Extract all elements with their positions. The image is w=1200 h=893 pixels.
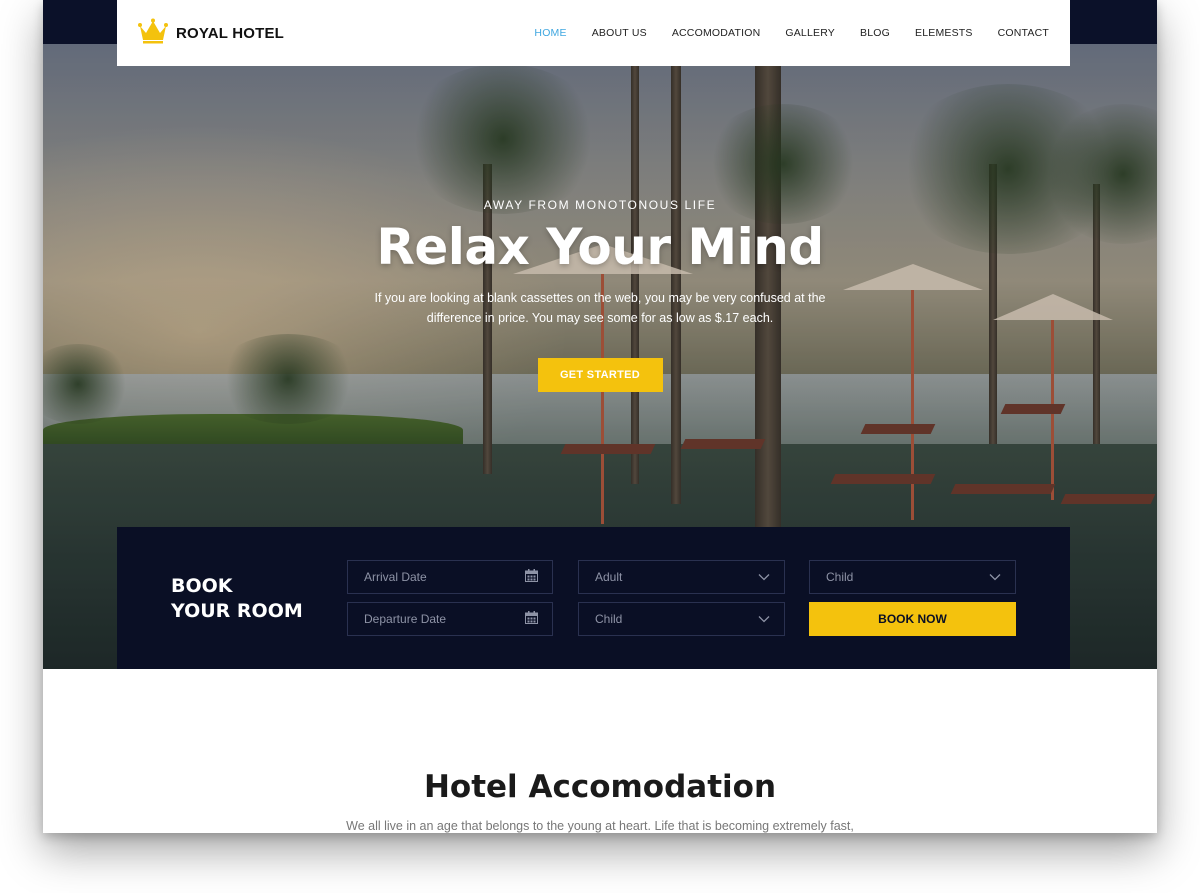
chevron-down-icon (758, 570, 770, 584)
arrival-date-placeholder: Arrival Date (364, 570, 427, 584)
adult-select-value: Adult (595, 570, 623, 584)
nav-item-blog[interactable]: BLOG (860, 27, 890, 39)
booking-title-line1: BOOK (171, 575, 233, 597)
child-select-secondary[interactable]: Child (578, 602, 785, 636)
book-now-button[interactable]: BOOK NOW (809, 602, 1016, 636)
hero-eyebrow: AWAY FROM MONOTONOUS LIFE (483, 198, 717, 212)
get-started-button[interactable]: GET STARTED (537, 358, 663, 392)
crown-icon (138, 18, 168, 48)
departure-date-placeholder: Departure Date (364, 612, 447, 626)
hero-description: If you are looking at blank cassettes on… (374, 291, 826, 325)
brand-name: ROYAL HOTEL (176, 24, 285, 42)
child-select-value: Child (826, 570, 854, 584)
nav-item-contact[interactable]: CONTACT (998, 27, 1049, 39)
booking-title-line2: YOUR ROOM (171, 600, 303, 622)
nav-item-about-us[interactable]: ABOUT US (592, 27, 647, 39)
nav-item-elements[interactable]: ELEMESTS (915, 27, 973, 39)
section-title: Hotel Accomodation (423, 769, 777, 805)
page-frame: AWAY FROM MONOTONOUS LIFE Relax Your Min… (43, 0, 1157, 833)
brand[interactable]: ROYAL HOTEL (138, 18, 284, 48)
nav-item-gallery[interactable]: GALLERY (785, 27, 835, 39)
adult-select[interactable]: Adult (578, 560, 785, 594)
child-select-secondary-value: Child (595, 612, 623, 626)
hero-title: Relax Your Mind (376, 218, 824, 276)
nav-item-accomodation[interactable]: ACCOMODATION (672, 27, 761, 39)
departure-date-field[interactable]: Departure Date (347, 602, 553, 636)
chevron-down-icon (989, 570, 1001, 584)
calendar-icon (525, 569, 538, 585)
booking-panel: BOOK YOUR ROOM Arrival Date Departure Da… (117, 527, 1070, 669)
calendar-icon (525, 611, 538, 627)
site-header: ROYAL HOTEL HOME ABOUT US ACCOMODATION G… (117, 0, 1070, 66)
main-nav: HOME ABOUT US ACCOMODATION GALLERY BLOG … (534, 27, 1049, 39)
arrival-date-field[interactable]: Arrival Date (347, 560, 553, 594)
accommodation-section: Hotel Accomodation We all live in an age… (43, 669, 1157, 833)
nav-item-home[interactable]: HOME (534, 27, 566, 39)
chevron-down-icon (758, 612, 770, 626)
booking-title: BOOK YOUR ROOM (171, 574, 303, 624)
hero-content: AWAY FROM MONOTONOUS LIFE Relax Your Min… (43, 198, 1157, 392)
child-select[interactable]: Child (809, 560, 1016, 594)
section-subtitle: We all live in an age that belongs to th… (346, 819, 854, 833)
